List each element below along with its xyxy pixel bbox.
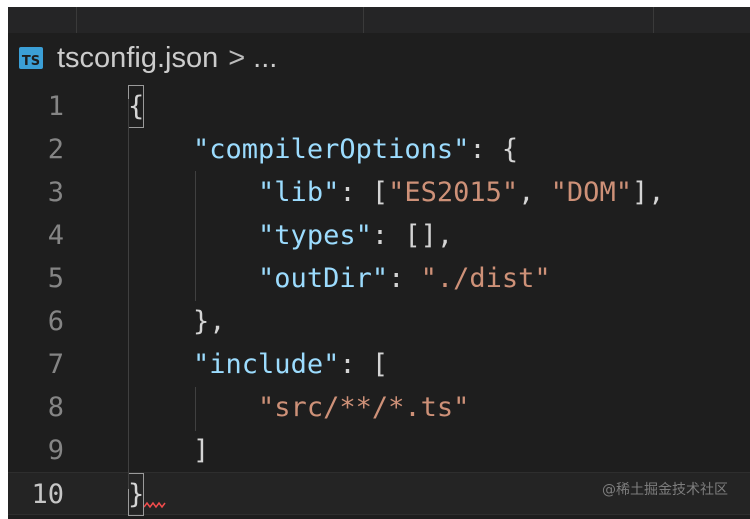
indent-guide <box>195 171 196 301</box>
code-token: : { <box>469 134 519 165</box>
line-number: 1 <box>47 91 64 122</box>
code-token: "compilerOptions" <box>193 134 470 165</box>
line-number: 4 <box>47 220 64 251</box>
code-token: , <box>518 177 551 208</box>
line-number: 2 <box>47 134 64 165</box>
code-line[interactable]: 3 "lib": ["ES2015", "DOM"], <box>8 171 750 214</box>
line-number: 6 <box>47 306 64 337</box>
matched-bracket: { <box>128 85 145 128</box>
code-line[interactable]: 7 "include": [ <box>8 343 750 386</box>
tab-divider <box>363 7 364 33</box>
line-number: 8 <box>47 392 64 423</box>
code-line[interactable]: 5 "outDir": "./dist" <box>8 257 750 300</box>
code-token: "./dist" <box>420 263 551 294</box>
code-line[interactable]: 9 ] <box>8 429 750 472</box>
code-text: }, <box>128 300 226 343</box>
breadcrumb-file[interactable]: tsconfig.json <box>57 42 218 75</box>
chevron-right-icon: > <box>228 41 246 74</box>
line-number: 5 <box>47 263 64 294</box>
code-text: ] <box>128 429 209 472</box>
line-number: 3 <box>47 177 64 208</box>
code-text: "outDir": "./dist" <box>128 257 551 300</box>
code-token: "outDir" <box>258 263 389 294</box>
code-text: "include": [ <box>128 343 388 386</box>
code-token: ] <box>128 435 210 466</box>
indent-guide <box>195 387 196 431</box>
code-token: "ES2015" <box>388 177 519 208</box>
code-editor[interactable]: 10} 9 ] 8 "src/**/*.ts" 7 "include": [6 }, 5… <box>8 85 750 519</box>
code-text: "compilerOptions": { <box>128 128 518 171</box>
tab-divider <box>653 7 654 33</box>
code-token: "DOM" <box>550 177 632 208</box>
code-token: "lib" <box>258 177 340 208</box>
code-token: : [], <box>371 220 454 251</box>
code-text: { <box>128 85 145 128</box>
code-token: : [ <box>339 177 389 208</box>
typescript-file-icon: TS <box>19 47 43 69</box>
matched-bracket: } <box>128 473 145 516</box>
code-token: "include" <box>193 349 340 380</box>
line-number: 7 <box>47 349 64 380</box>
code-text: "src/**/*.ts" <box>128 386 469 429</box>
line-number: 9 <box>47 435 64 466</box>
code-token: }, <box>128 306 226 337</box>
code-line[interactable]: 4 "types": [], <box>8 214 750 257</box>
code-token: "types" <box>258 220 372 251</box>
code-line[interactable]: 2 "compilerOptions": { <box>8 128 750 171</box>
tab-strip <box>8 7 750 33</box>
code-text: } <box>128 473 145 516</box>
code-token: "src/**/*.ts" <box>258 392 470 423</box>
code-token: ], <box>631 177 665 208</box>
tab-divider <box>76 7 77 33</box>
editor-window: TS tsconfig.json > ... 10} 9 ] 8 "src/**/*… <box>8 7 750 519</box>
watermark: @稀土掘金技术社区 <box>602 482 728 498</box>
breadcrumb: TS tsconfig.json > ... <box>8 33 750 83</box>
code-text: "types": [], <box>128 214 453 257</box>
code-token: : <box>388 263 421 294</box>
line-number: 10 <box>31 479 64 510</box>
breadcrumb-symbols[interactable]: ... <box>253 42 277 75</box>
code-token: : [ <box>339 349 389 380</box>
error-squiggle <box>144 501 166 509</box>
indent-guide <box>128 99 129 489</box>
code-line[interactable]: 6 }, <box>8 300 750 343</box>
code-line[interactable]: 1{ <box>8 85 750 128</box>
code-line[interactable]: 8 "src/**/*.ts" <box>8 386 750 429</box>
code-text: "lib": ["ES2015", "DOM"], <box>128 171 664 214</box>
